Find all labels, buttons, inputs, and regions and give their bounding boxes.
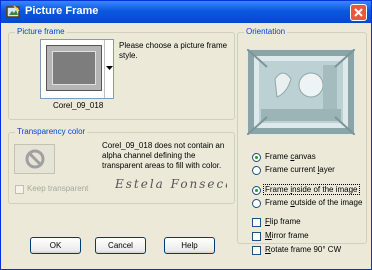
close-icon: [354, 8, 363, 17]
frame-style-prompt: Please choose a picture frame style.: [119, 41, 228, 60]
frame-canvas-label[interactable]: Frame canvas: [265, 152, 316, 161]
keep-transparent-label: Keep transparent: [27, 184, 89, 193]
transparency-color-legend: Transparency color: [15, 127, 88, 136]
frame-inside-image-label[interactable]: Frame inside of the image: [263, 184, 360, 195]
picture-frame-legend: Picture frame: [15, 27, 67, 36]
orientation-legend: Orientation: [244, 27, 288, 36]
flip-frame-checkbox[interactable]: [252, 218, 261, 227]
window-title: Picture Frame: [25, 5, 99, 17]
mirror-frame-label[interactable]: Mirror frame: [265, 231, 309, 240]
radio-selected-dot: [255, 189, 258, 192]
transparency-color-group: Transparency color Keep transparent Core…: [8, 127, 235, 204]
flip-frame-label[interactable]: Flip frame: [265, 217, 301, 226]
frame-outside-image-radio[interactable]: [252, 199, 261, 208]
close-button[interactable]: [350, 4, 367, 21]
orientation-preview: [247, 49, 355, 135]
selected-frame-name: Corel_09_018: [53, 101, 104, 110]
cancel-button[interactable]: Cancel: [95, 237, 146, 254]
rotate-frame-checkbox[interactable]: [252, 246, 261, 255]
frame-current-layer-radio[interactable]: [252, 166, 261, 175]
chevron-down-icon: [106, 66, 113, 70]
mirror-frame-checkbox[interactable]: [252, 232, 261, 241]
help-button[interactable]: Help: [164, 237, 215, 254]
transparency-message: Corel_09_018 does not contain an alpha c…: [102, 141, 225, 170]
frame-preview-thumbnail: [46, 45, 102, 91]
orientation-preview-image: [247, 49, 355, 135]
ok-button[interactable]: OK: [30, 237, 81, 254]
rotate-frame-label[interactable]: Rotate frame 90° CW: [265, 245, 341, 254]
title-bar[interactable]: Picture Frame: [1, 1, 371, 23]
picture-frame-dialog: Picture Frame Picture frame Please choos…: [0, 0, 372, 270]
radio-selected-dot: [255, 156, 258, 159]
frame-outside-image-label[interactable]: Frame outside of the image: [265, 198, 362, 207]
no-color-icon: [25, 149, 45, 169]
keep-transparent-checkbox[interactable]: [15, 185, 24, 194]
signature-text: Estela Fonseca: [115, 177, 227, 191]
picture-frame-group: Picture frame Please choose a picture fr…: [8, 27, 235, 120]
frame-style-picker[interactable]: [40, 39, 114, 99]
frame-current-layer-label[interactable]: Frame current layer: [265, 165, 335, 174]
frame-dropdown-button[interactable]: [104, 40, 114, 98]
signature-watermark: Estela Fonseca: [115, 177, 227, 191]
frame-inside-image-radio[interactable]: [252, 186, 261, 195]
frame-canvas-radio[interactable]: [252, 153, 261, 162]
orientation-group: Orientation Frame canvas Frame current l…: [237, 27, 367, 255]
picture-frame-app-icon: [6, 5, 20, 18]
transparency-color-swatch: [14, 144, 55, 174]
